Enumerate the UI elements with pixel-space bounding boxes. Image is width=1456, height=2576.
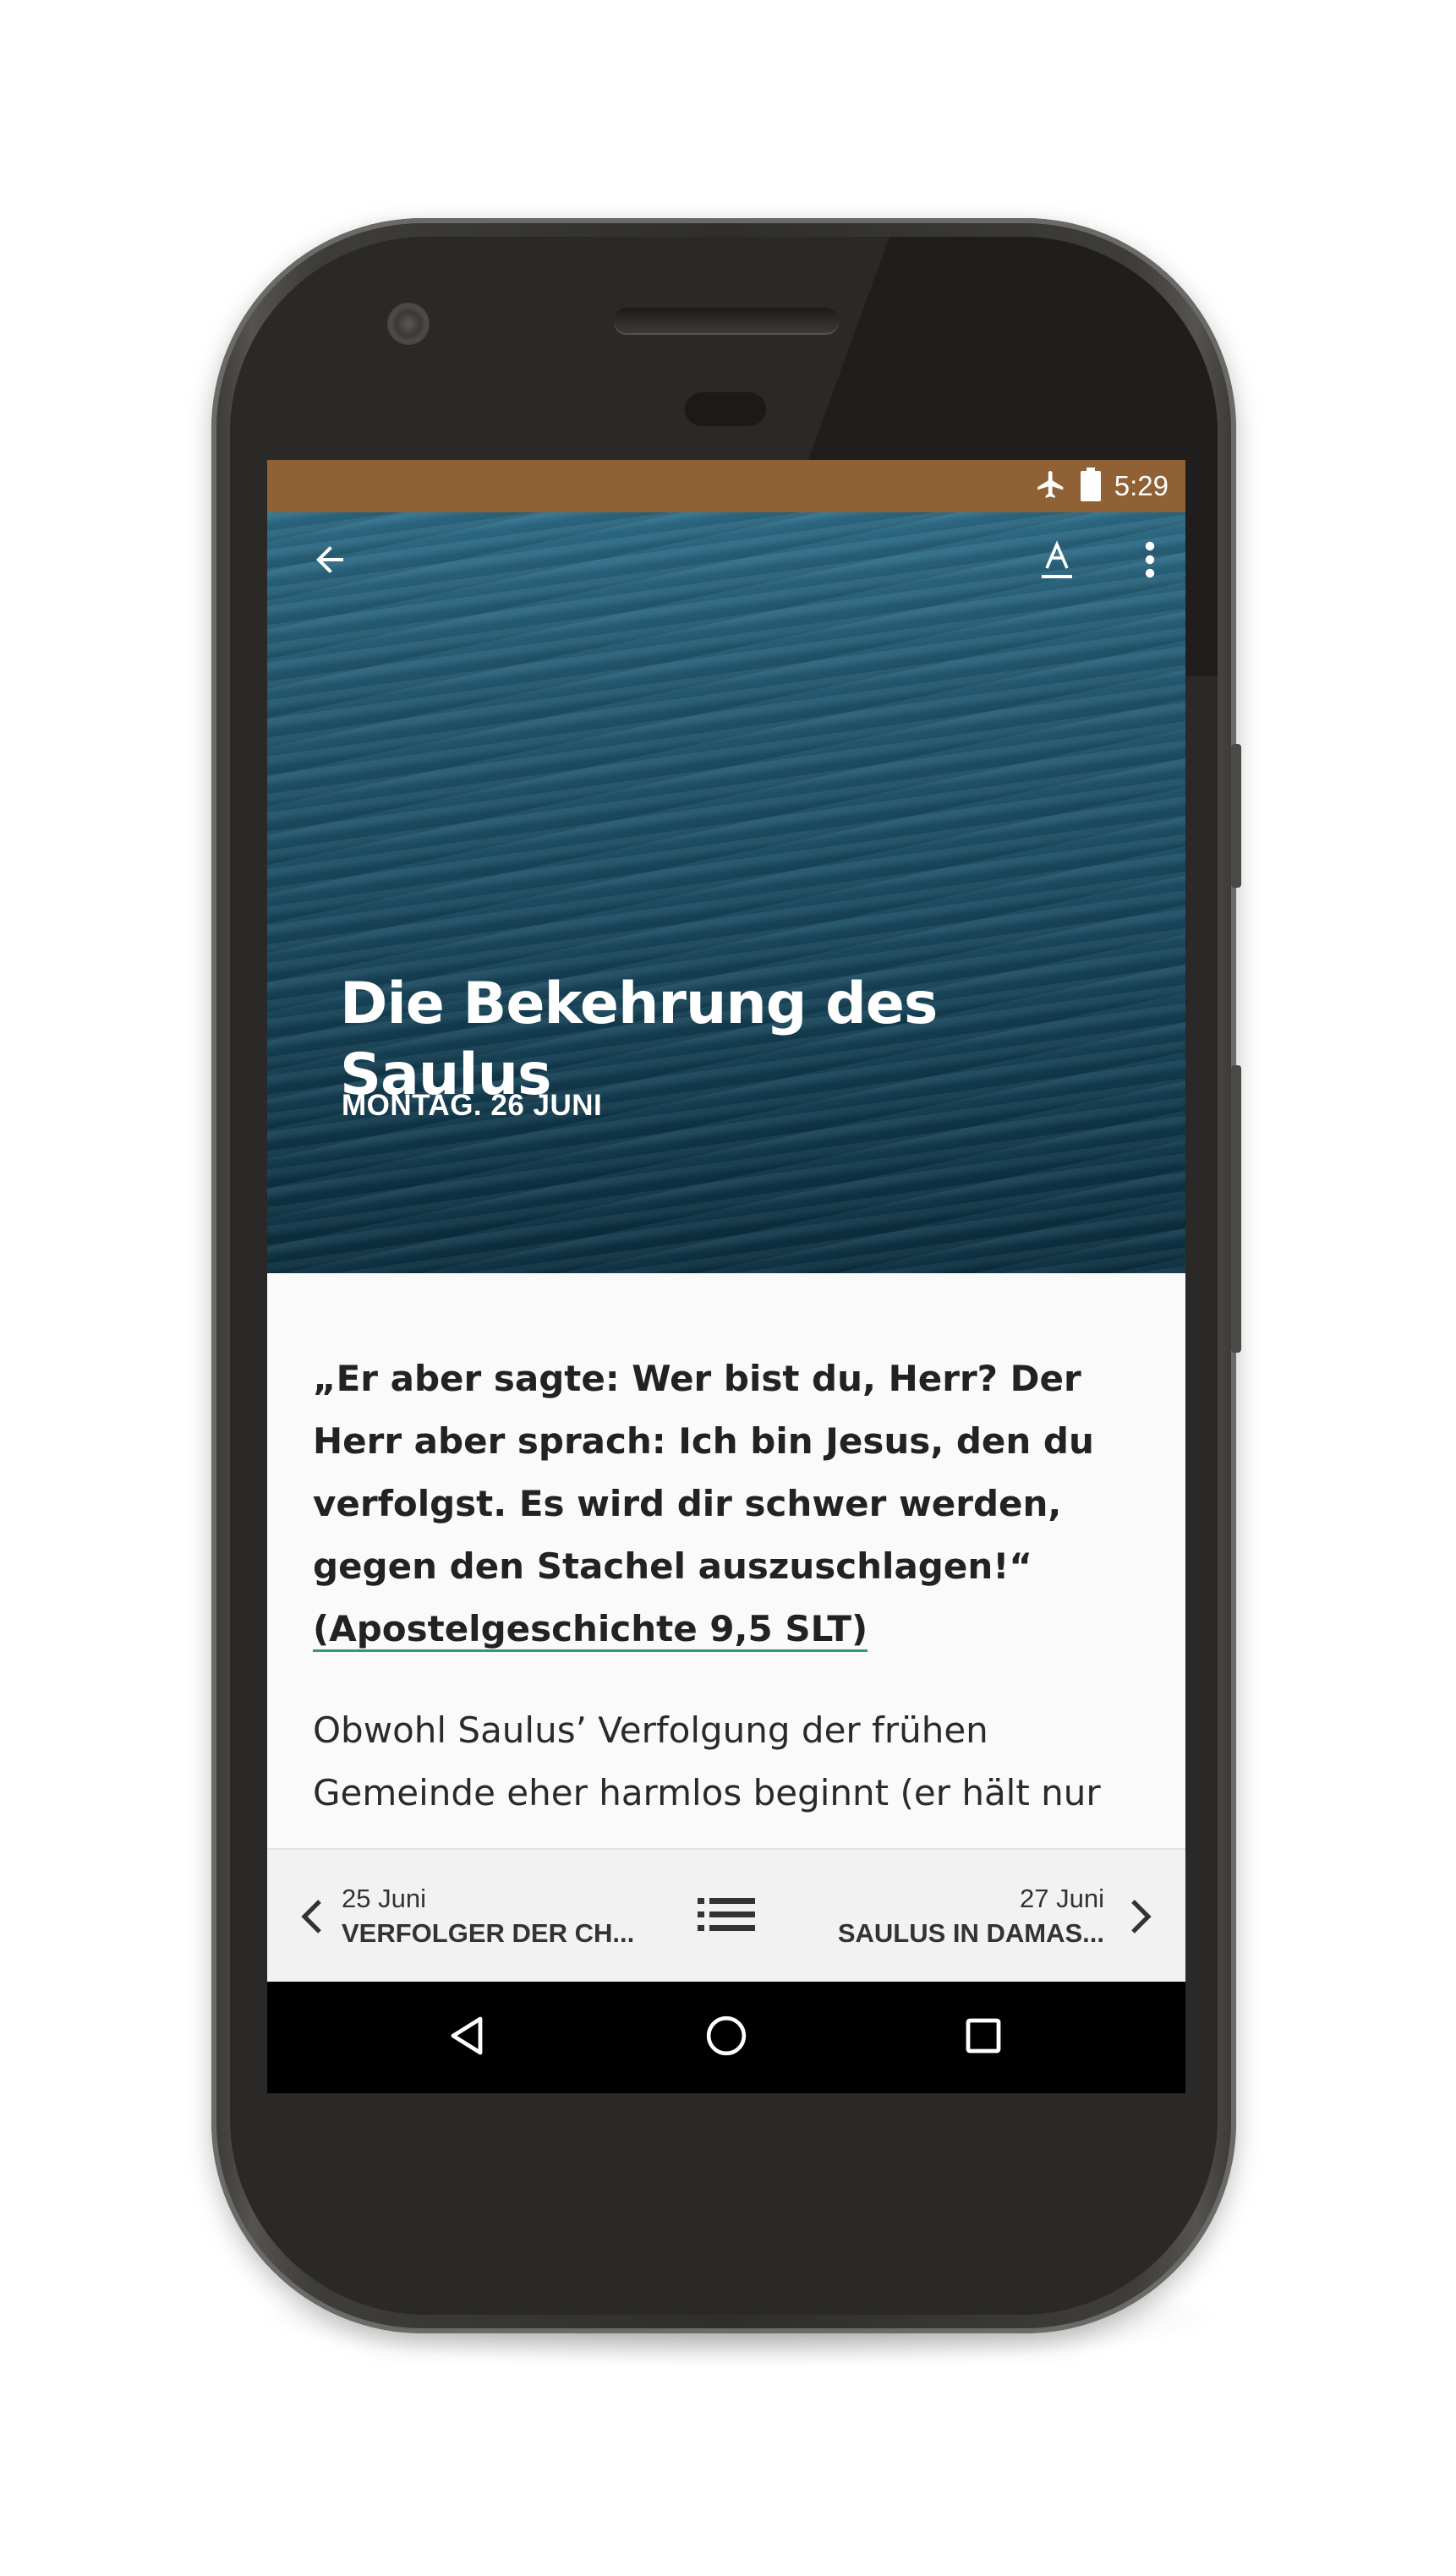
next-lesson-text: 27 Juni SAULUS IN DAMAS... — [838, 1882, 1104, 1951]
article-date: MONTAG. 26 JUNI — [342, 1089, 603, 1122]
airplane-mode-icon — [1035, 468, 1067, 505]
text-format-button[interactable] — [1023, 528, 1091, 595]
lesson-navigation: 25 Juni VERFOLGER DER CH... 27 Juni SAUL… — [267, 1848, 1185, 1983]
battery-icon — [1080, 467, 1101, 506]
lesson-list-button[interactable] — [694, 1887, 758, 1946]
home-circle-icon — [705, 2015, 747, 2061]
more-options-button[interactable] — [1116, 528, 1184, 595]
system-navigation-bar — [267, 1982, 1185, 2093]
back-button[interactable] — [296, 528, 364, 595]
chevron-right-icon — [1130, 1898, 1152, 1935]
front-camera — [387, 303, 430, 345]
scripture-reference-link[interactable]: (Apostelgeschichte 9,5 SLT) — [313, 1608, 868, 1652]
recents-square-icon — [965, 2017, 1002, 2059]
article-body: Obwohl Saulus’ Verfolgung der frühen Gem… — [313, 1709, 1101, 1813]
chevron-left-icon — [301, 1898, 323, 1935]
next-lesson-date: 27 Juni — [1020, 1884, 1104, 1913]
earpiece-speaker — [614, 308, 839, 333]
system-home-button[interactable] — [692, 2004, 760, 2071]
system-back-button[interactable] — [433, 2004, 501, 2071]
previous-lesson-date: 25 Juni — [342, 1884, 426, 1913]
status-icons: 5:29 — [1035, 460, 1169, 512]
quote-text: „Er aber sagte: Wer bist du, Herr? Der H… — [313, 1358, 1094, 1587]
volume-rocker — [1231, 1065, 1241, 1353]
next-lesson-title: SAULUS IN DAMAS... — [837, 1918, 1104, 1948]
system-recents-button[interactable] — [950, 2004, 1017, 2071]
list-icon — [698, 1896, 755, 1938]
back-triangle-icon — [448, 2015, 485, 2060]
article-content: „Er aber sagte: Wer bist du, Herr? Der H… — [313, 1348, 1150, 1824]
previous-lesson-title: VERFOLGER DER CH... — [342, 1918, 635, 1948]
power-button — [1231, 744, 1241, 888]
next-lesson-button[interactable]: 27 Juni SAULUS IN DAMAS... — [838, 1850, 1152, 1983]
bible-quote: „Er aber sagte: Wer bist du, Herr? Der H… — [313, 1348, 1150, 1660]
back-arrow-icon — [309, 539, 350, 584]
hero-header: Die Bekehrung des Saulus MONTAG. 26 JUNI — [267, 512, 1185, 1273]
status-bar: 5:29 — [267, 460, 1185, 512]
mockup-stage: 5:29 Die Bekehrung des Saulus MONTAG. 26… — [0, 0, 1456, 2576]
previous-lesson-text: 25 Juni VERFOLGER DER CH... — [342, 1882, 634, 1951]
text-format-icon — [1037, 538, 1077, 586]
more-vert-icon — [1143, 539, 1157, 584]
app-screen: 5:29 Die Bekehrung des Saulus MONTAG. 26… — [267, 460, 1185, 2093]
previous-lesson-button[interactable]: 25 Juni VERFOLGER DER CH... — [301, 1850, 634, 1983]
status-time: 5:29 — [1114, 470, 1169, 501]
proximity-sensor — [685, 392, 766, 426]
